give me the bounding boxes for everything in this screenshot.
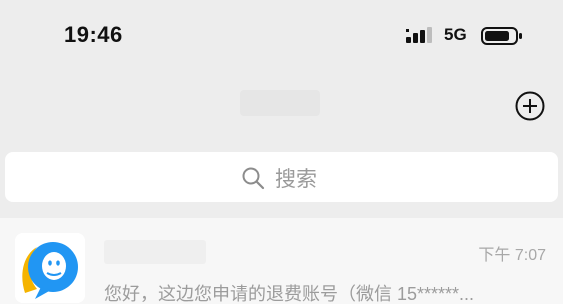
chat-list-item[interactable]: 下午 7:07 您好，这边您申请的退费账号（微信 15******... bbox=[0, 218, 563, 304]
network-type: 5G bbox=[444, 25, 467, 44]
avatar bbox=[15, 233, 85, 303]
nav-bar bbox=[0, 70, 563, 142]
qq-logo-icon bbox=[15, 233, 85, 303]
status-bar: 19:46 5G bbox=[0, 0, 563, 70]
chat-list: 下午 7:07 您好，这边您申请的退费账号（微信 15******... bbox=[0, 218, 563, 304]
search-icon bbox=[242, 167, 265, 190]
status-time: 19:46 bbox=[64, 22, 123, 47]
signal-bars-icon bbox=[406, 27, 432, 43]
search-placeholder: 搜索 bbox=[275, 168, 317, 191]
chat-timestamp: 下午 7:07 bbox=[478, 247, 546, 264]
plus-circle-icon[interactable] bbox=[514, 90, 546, 122]
search-inner: 搜索 bbox=[241, 164, 317, 192]
chat-preview: 您好，这边您申请的退费账号（微信 15******... bbox=[104, 284, 475, 304]
search-bar[interactable]: 搜索 bbox=[5, 152, 558, 202]
battery-icon bbox=[481, 27, 522, 45]
chat-name-blurred bbox=[104, 240, 206, 264]
chat-list-screen: 19:46 5G 搜索 下午 7:07 您好，这边您申请的退费账号（微信 15*… bbox=[0, 0, 563, 304]
nav-title-blurred bbox=[240, 90, 320, 116]
